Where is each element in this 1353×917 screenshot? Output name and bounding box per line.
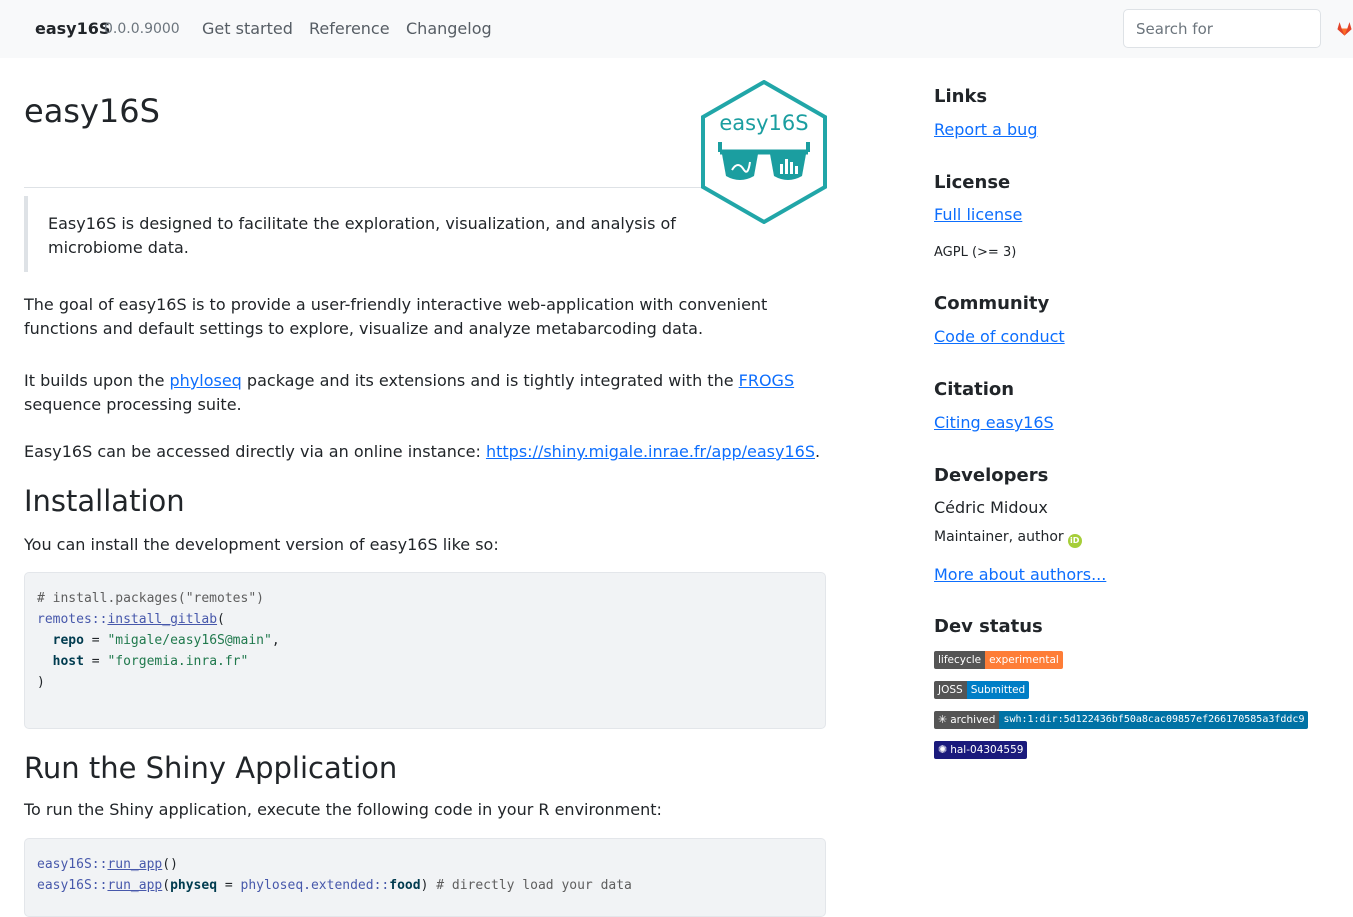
text-segment: Easy16S can be accessed directly via an … — [24, 442, 486, 461]
badge-value-text: hal-04304559 — [950, 744, 1024, 756]
phyloseq-link[interactable]: phyloseq — [170, 371, 242, 390]
citation-heading: Citation — [934, 379, 1015, 400]
code-punct: () — [162, 857, 178, 872]
code-punct: ) — [420, 878, 437, 893]
code-arg: physeq — [170, 878, 218, 893]
code-string: "forgemia.inra.fr" — [107, 654, 249, 669]
text-segment: It builds upon the — [24, 371, 170, 390]
nav-changelog[interactable]: Changelog — [406, 19, 492, 38]
badge-label: ✳ archived — [934, 711, 1000, 729]
developer-name: Cédric Midoux — [934, 498, 1048, 517]
run-app-link[interactable]: run_app — [107, 857, 162, 872]
badge-label: lifecycle — [934, 651, 986, 669]
code-namespace: remotes:: — [37, 612, 108, 627]
frogs-link[interactable]: FROGS — [739, 371, 794, 390]
code-punct: ( — [217, 612, 225, 627]
badge-value: swh:1:dir:5d122436bf50a8cac09857ef266170… — [999, 711, 1309, 729]
page-title: easy16S — [24, 92, 160, 130]
code-namespace: easy16S:: — [37, 878, 108, 893]
install-gitlab-link[interactable]: install_gitlab — [107, 612, 217, 627]
code-string: "migale/easy16S@main" — [107, 633, 272, 648]
citing-link[interactable]: Citing easy16S — [934, 413, 1054, 432]
run-app-heading: Run the Shiny Application — [24, 751, 398, 785]
text-segment: sequence processing suite. — [24, 395, 242, 414]
code-comment: # directly load your data — [436, 878, 632, 893]
code-namespace: easy16S:: — [37, 857, 108, 872]
search-input[interactable] — [1123, 9, 1321, 48]
community-heading: Community — [934, 293, 1050, 314]
dev-status-heading: Dev status — [934, 616, 1043, 637]
run-code-block[interactable]: easy16S::run_app() easy16S::run_app(phys… — [24, 838, 826, 917]
brand-link[interactable]: easy16S — [35, 19, 110, 38]
license-text: AGPL (>= 3) — [934, 245, 1017, 260]
intro-paragraph: The goal of easy16S is to provide a user… — [24, 295, 768, 338]
code-punct: = — [217, 878, 241, 893]
nav-reference[interactable]: Reference — [309, 19, 390, 38]
swh-logo-icon: ✳ — [938, 713, 948, 726]
code-arg: food — [389, 878, 421, 893]
install-code-block[interactable]: # install.packages("remotes") remotes::i… — [24, 572, 826, 729]
full-license-link[interactable]: Full license — [934, 205, 1022, 224]
online-instance-link[interactable]: https://shiny.migale.inrae.fr/app/easy16… — [486, 442, 815, 461]
nav-get-started[interactable]: Get started — [202, 19, 293, 38]
report-bug-link[interactable]: Report a bug — [934, 120, 1037, 139]
description-blockquote: Easy16S is designed to facilitate the ex… — [24, 196, 684, 272]
links-heading: Links — [934, 86, 988, 107]
version-label: 0.0.0.9000 — [104, 21, 180, 37]
logo-text: easy16S — [719, 111, 808, 135]
orcid-icon[interactable]: iD — [1067, 534, 1082, 548]
run-app-text: To run the Shiny application, execute th… — [24, 800, 662, 819]
license-heading: License — [934, 172, 1011, 193]
developers-heading: Developers — [934, 465, 1049, 486]
more-authors-link[interactable]: More about authors... — [934, 565, 1106, 584]
joss-badge[interactable]: JOSS Submitted — [934, 681, 1030, 699]
code-of-conduct-link[interactable]: Code of conduct — [934, 327, 1065, 346]
badge-label-text: archived — [950, 714, 996, 726]
gitlab-icon[interactable] — [1336, 20, 1353, 37]
developer-role: Maintainer, author iD — [934, 529, 1082, 548]
code-punct: , — [271, 633, 280, 648]
run-app-link[interactable]: run_app — [107, 878, 162, 893]
code-comment: # install.packages("remotes") — [37, 591, 264, 606]
badge-value: experimental — [985, 651, 1063, 669]
code-arg: repo — [52, 633, 84, 648]
developer-role-text: Maintainer, author — [934, 529, 1064, 545]
badge-label: JOSS — [934, 681, 967, 699]
text-segment: . — [815, 442, 821, 461]
code-punct: ( — [162, 878, 171, 893]
badge-value: ✺ hal-04304559 — [934, 741, 1028, 759]
hal-logo-icon: ✺ — [938, 743, 948, 756]
code-punct: = — [83, 633, 108, 648]
swh-badge[interactable]: ✳ archived swh:1:dir:5d122436bf50a8cac098… — [934, 711, 1309, 729]
code-arg: host — [52, 654, 84, 669]
hal-badge[interactable]: ✺ hal-04304559 — [934, 741, 1028, 759]
code-namespace: phyloseq.extended:: — [240, 878, 390, 893]
navbar: easy16S 0.0.0.9000 Get started Reference… — [0, 0, 1353, 58]
installation-heading: Installation — [24, 484, 185, 518]
badge-value: Submitted — [966, 681, 1030, 699]
code-punct: = — [83, 654, 108, 669]
access-paragraph: Easy16S can be accessed directly via an … — [24, 440, 854, 464]
text-segment: package and its extensions and is tightl… — [241, 371, 739, 390]
code-punct: ) — [37, 675, 45, 690]
builds-paragraph: It builds upon the phyloseq package and … — [24, 369, 834, 417]
installation-text: You can install the development version … — [24, 535, 499, 554]
package-logo-icon: easy16S — [701, 80, 827, 224]
lifecycle-badge[interactable]: lifecycle experimental — [934, 651, 1063, 669]
